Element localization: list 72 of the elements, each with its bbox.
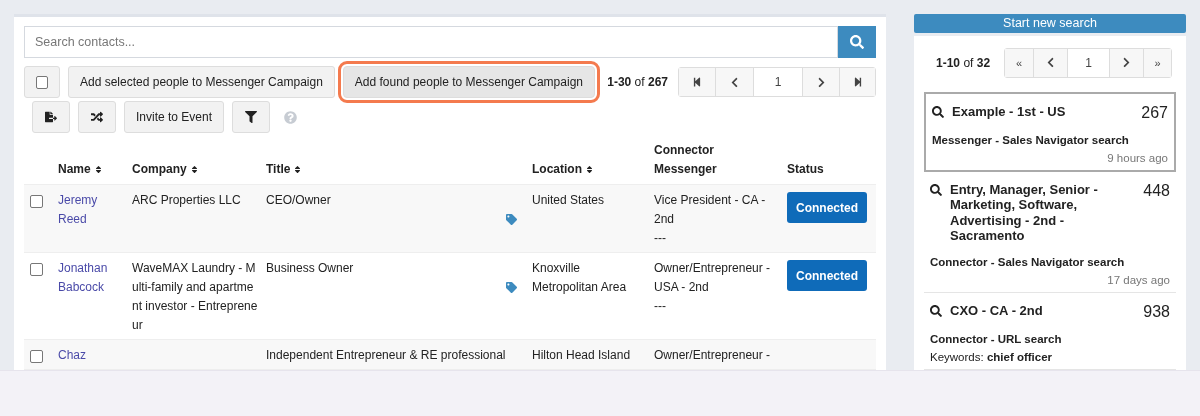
contact-name-link[interactable]: Chaz — [58, 340, 132, 370]
title-cell-text: Independent Entrepreneur & RE professional — [266, 347, 507, 365]
result-count: 448 — [1143, 181, 1170, 200]
column-header: Status — [787, 160, 825, 178]
search-time: 9 hours ago — [1107, 151, 1168, 164]
sort-icon[interactable] — [189, 165, 199, 175]
sort-icon[interactable] — [585, 165, 594, 175]
title-cell-text: Business Owner — [266, 260, 355, 278]
result-range: 1-10 of 32 — [936, 55, 991, 70]
search-icon — [850, 35, 864, 49]
connector-cell-text: Owner/Entrepreneur - — [654, 347, 772, 365]
row-checkbox[interactable] — [30, 263, 43, 277]
first-page-button[interactable] — [679, 68, 715, 96]
filter-button[interactable] — [232, 101, 271, 133]
column-header[interactable]: Company — [132, 141, 266, 185]
search-time: 17 days ago — [1107, 274, 1170, 286]
column-header[interactable]: Name — [58, 141, 132, 185]
search-field[interactable]: Search contacts... — [24, 26, 838, 58]
search-icon — [930, 183, 942, 196]
company-cell-text: ARC Properties LLC — [132, 192, 242, 210]
export-icon — [45, 111, 57, 123]
previous-page-button[interactable] — [1033, 48, 1068, 77]
tag-icon[interactable] — [506, 214, 517, 226]
skip-forward-icon — [852, 77, 863, 87]
status-button[interactable]: Connected — [787, 192, 867, 224]
search-type: Connector - URL search — [930, 333, 1063, 345]
search-title: Example - 1st - US — [952, 103, 1067, 120]
search-type: Connector - Sales Navigator search — [930, 256, 1126, 268]
new-search-button[interactable]: Start new search — [914, 14, 1186, 33]
company-cell-text: WaveMAX Laundry - Multi-family and apartment investor - Entrepreneur — [132, 260, 259, 335]
first-page-button[interactable]: « — [1005, 48, 1034, 77]
sort-icon[interactable] — [93, 165, 103, 175]
column-header[interactable]: Title — [266, 141, 506, 185]
skip-back-icon — [692, 77, 702, 87]
title-cell-text: CEO/Owner — [266, 192, 332, 210]
column-header[interactable]: Location — [532, 141, 654, 185]
shuffle-icon — [91, 111, 103, 123]
connector-cell-text: Owner/Entrepreneur - USA - 2nd --- — [654, 260, 772, 316]
select-all-checkbox[interactable] — [36, 75, 48, 89]
campaign-button[interactable]: Add selected people to Messenger Campaign — [68, 66, 335, 98]
chevron-left-icon — [729, 76, 740, 88]
tag-icon[interactable] — [506, 282, 517, 294]
search-title: CXO - CA - 2nd — [950, 303, 1044, 319]
column-header: Connector Messenger — [654, 142, 718, 178]
saved-search-card[interactable]: Example - 1st - US 267 Messenger - Sales Navigator search 9 hours ago — [924, 91, 1176, 172]
result-count: 267 — [1141, 103, 1168, 122]
last-page-button[interactable] — [839, 68, 875, 96]
location-cell-text: Hilton Head Island — [532, 347, 632, 365]
saved-search-card[interactable]: Entry, Manager, Senior - Marketing, Software, Advertising - 2nd - Sacramento 448 Connector - Sales Navigator search 17 days ago — [924, 171, 1176, 293]
row-checkbox[interactable] — [30, 350, 43, 364]
last-page-button[interactable]: » — [1143, 48, 1172, 77]
shuffle-button[interactable] — [78, 101, 116, 133]
search-title: Entry, Manager, Senior - Marketing, Software, Advertising - 2nd - Sacramento — [950, 181, 1099, 244]
export-button[interactable] — [32, 101, 70, 133]
search-icon — [932, 105, 944, 118]
result-range: 1-30 of 267 — [607, 75, 668, 89]
contact-name-link[interactable]: Jonathan Babcock — [58, 253, 132, 340]
search-icon — [930, 305, 942, 317]
result-count: 938 — [1143, 303, 1170, 321]
sort-icon[interactable] — [293, 165, 303, 175]
row-checkbox[interactable] — [30, 195, 43, 209]
location-cell-text: United States — [532, 192, 606, 210]
connector-cell-text: Vice President - CA - 2nd --- — [654, 192, 767, 248]
filter-icon — [245, 111, 258, 123]
search-type: Messenger - Sales Navigator search — [932, 133, 1130, 146]
select-all-button[interactable] — [24, 66, 60, 98]
status-button[interactable]: Connected — [787, 260, 867, 292]
contact-name-link[interactable]: Jeremy Reed — [58, 185, 132, 253]
location-cell-text: Knoxville Metropolitan Area — [532, 260, 628, 297]
search-button[interactable] — [838, 26, 876, 58]
search-keywords: Keywords: chief officer — [930, 351, 1054, 363]
invite-button[interactable]: Invite to Event — [124, 101, 225, 133]
